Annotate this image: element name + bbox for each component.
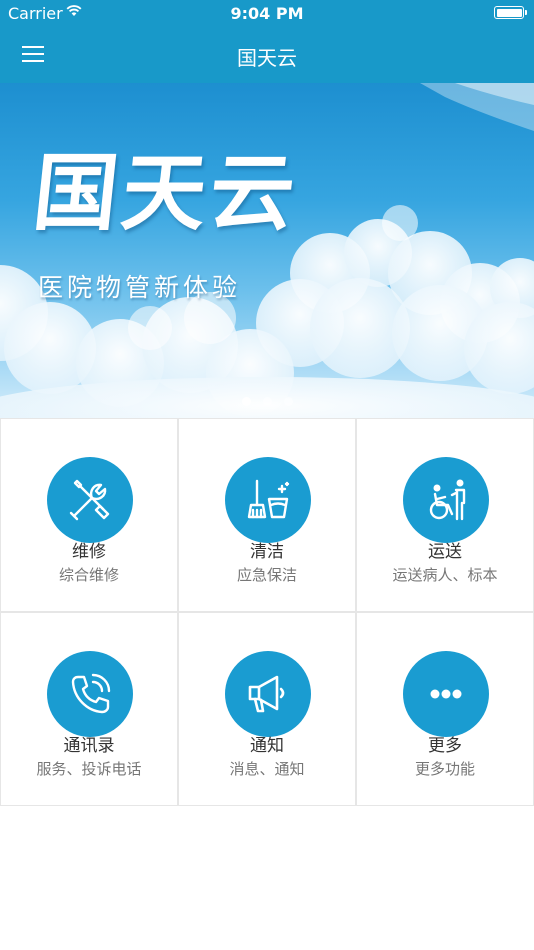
tile-contacts[interactable]: 通讯录 服务、投诉电话 xyxy=(0,612,178,806)
tile-repair[interactable]: 维修 综合维修 xyxy=(0,418,178,612)
feature-grid: 维修 综合维修 清洁 应急保洁 运送 运送病人、标本 通讯录 服务、投诉电话 通… xyxy=(0,418,534,806)
status-bar: Carrier 9:04 PM xyxy=(0,0,534,28)
megaphone-icon xyxy=(225,651,311,737)
tile-cleaning[interactable]: 清洁 应急保洁 xyxy=(178,418,356,612)
more-icon xyxy=(403,651,489,737)
tile-subtitle: 消息、通知 xyxy=(229,760,305,778)
wheelchair-icon xyxy=(403,457,489,543)
banner-carousel[interactable]: 国天云 医院物管新体验 xyxy=(0,83,534,418)
tile-subtitle: 综合维修 xyxy=(58,566,119,584)
carousel-page-indicator[interactable] xyxy=(0,397,534,406)
page-dot[interactable] xyxy=(262,397,272,406)
page-dot[interactable] xyxy=(283,397,293,406)
cleaning-icon xyxy=(225,457,311,543)
tile-title: 维修 xyxy=(72,542,106,562)
phone-icon xyxy=(47,651,133,737)
tile-title: 运送 xyxy=(428,542,462,562)
tile-title: 清洁 xyxy=(250,542,284,562)
cloud-background xyxy=(0,83,534,418)
tile-title: 更多 xyxy=(428,736,462,756)
banner-brand-text: 国天云 xyxy=(28,143,304,242)
tile-more[interactable]: 更多 更多功能 xyxy=(356,612,534,806)
battery-icon xyxy=(494,6,527,19)
tile-title: 通讯录 xyxy=(63,736,115,756)
page-dot[interactable] xyxy=(241,397,251,406)
tile-notice[interactable]: 通知 消息、通知 xyxy=(178,612,356,806)
clock: 9:04 PM xyxy=(230,4,304,23)
tile-subtitle: 运送病人、标本 xyxy=(392,566,498,584)
tile-subtitle: 应急保洁 xyxy=(236,566,297,584)
tile-subtitle: 服务、投诉电话 xyxy=(36,760,142,778)
top-bar: Carrier 9:04 PM 国天云 xyxy=(0,0,534,83)
tile-subtitle: 更多功能 xyxy=(414,760,475,778)
tile-title: 通知 xyxy=(250,736,284,756)
page-title: 国天云 xyxy=(237,46,297,70)
tools-icon xyxy=(47,457,133,543)
banner-slogan: 医院物管新体验 xyxy=(38,273,242,302)
tile-transport[interactable]: 运送 运送病人、标本 xyxy=(356,418,534,612)
